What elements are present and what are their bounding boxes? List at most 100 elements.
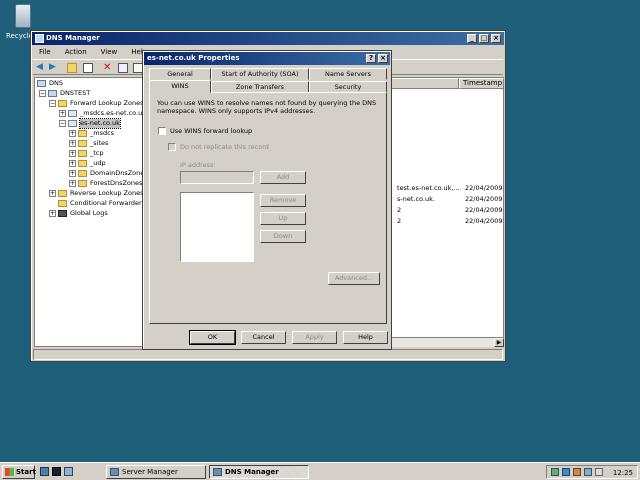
properties-icon[interactable]: [118, 63, 128, 73]
record-timestamp: 22/04/2009: [465, 206, 503, 214]
start-label: Start: [16, 468, 36, 476]
menu-file[interactable]: File: [39, 48, 51, 56]
tab-wins[interactable]: WINS: [149, 80, 211, 93]
folder-icon: [78, 180, 87, 187]
expander-udp[interactable]: +: [69, 160, 76, 167]
record-data[interactable]: 2: [397, 217, 401, 225]
show-hide-tree-icon[interactable]: [83, 63, 93, 73]
expander-forward-zones[interactable]: −: [49, 100, 56, 107]
down-button[interactable]: Down: [260, 230, 306, 243]
up-folder-icon[interactable]: [67, 63, 77, 73]
wins-tab-panel: You can use WINS to resolve names not fo…: [149, 92, 387, 324]
tree-item-dnstest[interactable]: DNSTEST: [60, 89, 90, 98]
tray-icon[interactable]: [562, 468, 570, 476]
back-arrow-icon[interactable]: ◀: [36, 63, 46, 73]
forward-arrow-icon[interactable]: ▶: [49, 63, 59, 73]
tree-item-tcp[interactable]: _tcp: [90, 149, 104, 158]
wins-server-list[interactable]: [180, 192, 254, 262]
ok-button[interactable]: OK: [189, 330, 236, 345]
record-data[interactable]: s-net.co.uk.: [397, 195, 435, 203]
tree-item-msdcs-zone[interactable]: _msdcs.es-net.co.uk: [80, 109, 146, 118]
tree-item-msdcs[interactable]: _msdcs: [90, 129, 114, 138]
ip-address-input[interactable]: [180, 171, 254, 184]
tree-item-conditional-forwarders[interactable]: Conditional Forwarders: [70, 199, 145, 208]
expander-reverse-zones[interactable]: +: [49, 190, 56, 197]
tree-item-udp[interactable]: _udp: [90, 159, 106, 168]
remove-button[interactable]: Remove: [260, 194, 306, 207]
scroll-right-arrow-icon[interactable]: ▶: [494, 338, 504, 347]
tab-general[interactable]: General: [149, 68, 211, 80]
server-manager-quicklaunch-icon[interactable]: [40, 467, 49, 476]
cancel-button[interactable]: Cancel: [241, 331, 286, 344]
expander-msdcs-zone[interactable]: +: [59, 110, 66, 117]
network-icon[interactable]: [584, 468, 592, 476]
tree-item-dns[interactable]: DNS: [49, 79, 63, 88]
help-button[interactable]: Help: [343, 331, 388, 344]
expander-domaindnszones[interactable]: +: [69, 170, 76, 177]
tab-name-servers[interactable]: Name Servers: [309, 68, 387, 80]
expander-global-logs[interactable]: +: [49, 210, 56, 217]
server-icon: [48, 90, 57, 97]
expander-msdcs[interactable]: +: [69, 130, 76, 137]
record-data[interactable]: 2: [397, 206, 401, 214]
tab-soa[interactable]: Start of Authority (SOA): [211, 68, 309, 80]
dialog-close-button[interactable]: ×: [378, 54, 388, 63]
tree-item-forestdnszones[interactable]: ForestDnsZones: [90, 179, 142, 188]
close-button[interactable]: ×: [491, 34, 501, 43]
tree-item-reverse-lookup-zones[interactable]: Reverse Lookup Zones: [70, 189, 143, 198]
tray-icon[interactable]: [573, 468, 581, 476]
folder-icon: [58, 200, 67, 207]
add-button[interactable]: Add: [260, 171, 306, 184]
folder-icon: [78, 140, 87, 147]
tree-item-domaindnszones[interactable]: DomainDnsZones: [90, 169, 148, 178]
tree-item-global-logs[interactable]: Global Logs: [70, 209, 108, 218]
task-server-manager-label: Server Manager: [122, 468, 178, 476]
do-not-replicate-label: Do not replicate this record: [180, 143, 269, 151]
column-header-timestamp[interactable]: Timestamp: [459, 78, 504, 89]
task-server-manager[interactable]: Server Manager: [106, 465, 206, 479]
folder-icon: [78, 150, 87, 157]
menu-view[interactable]: View: [101, 48, 118, 56]
tree-item-es-net-zone[interactable]: es-net.co.uk: [79, 118, 121, 129]
maximize-button[interactable]: □: [479, 34, 489, 43]
record-data[interactable]: test.es-net.co.uk,...: [397, 184, 460, 192]
powershell-quicklaunch-icon[interactable]: [52, 467, 61, 476]
console-tree: DNS − DNSTEST − Forward Lookup Zones + _…: [34, 77, 148, 347]
tree-item-sites[interactable]: _sites: [90, 139, 108, 148]
expander-dnstest[interactable]: −: [39, 90, 46, 97]
apply-button[interactable]: Apply: [292, 331, 337, 344]
menu-action[interactable]: Action: [65, 48, 87, 56]
do-not-replicate-checkbox[interactable]: [168, 143, 176, 151]
system-tray: 12:25: [546, 465, 638, 479]
wins-description: You can use WINS to resolve names not fo…: [157, 99, 377, 115]
tree-item-forward-lookup-zones[interactable]: Forward Lookup Zones: [70, 99, 143, 108]
trash-icon: [15, 4, 31, 28]
expander-es-net-zone[interactable]: −: [59, 120, 66, 127]
tray-icon[interactable]: [551, 468, 559, 476]
zone-icon: [68, 110, 77, 117]
show-desktop-icon[interactable]: [64, 467, 73, 476]
dialog-help-button[interactable]: ?: [366, 54, 376, 63]
task-dns-manager[interactable]: DNS Manager: [209, 465, 309, 479]
dialog-titlebar[interactable]: es-net.co.uk Properties ? ×: [144, 52, 390, 65]
windows-logo-icon: [5, 468, 14, 476]
clock[interactable]: 12:25: [613, 467, 633, 479]
dns-manager-titlebar[interactable]: DNS Manager _ □ ×: [32, 32, 504, 45]
up-button[interactable]: Up: [260, 212, 306, 225]
expander-forestdnszones[interactable]: +: [69, 180, 76, 187]
delete-icon[interactable]: ✕: [103, 63, 113, 73]
folder-icon: [58, 190, 67, 197]
folder-icon: [78, 170, 87, 177]
use-wins-checkbox[interactable]: [158, 127, 166, 135]
minimize-button[interactable]: _: [467, 34, 477, 43]
start-button[interactable]: Start: [2, 465, 36, 479]
dialog-title: es-net.co.uk Properties: [147, 54, 240, 62]
ip-address-label: IP address:: [180, 161, 216, 169]
expander-sites[interactable]: +: [69, 140, 76, 147]
volume-icon[interactable]: [595, 468, 603, 476]
advanced-button[interactable]: Advanced...: [328, 272, 380, 285]
expander-tcp[interactable]: +: [69, 150, 76, 157]
dns-root-icon: [37, 80, 46, 87]
folder-icon: [78, 160, 87, 167]
taskbar: Start Server Manager DNS Manager 12:25: [0, 462, 640, 480]
